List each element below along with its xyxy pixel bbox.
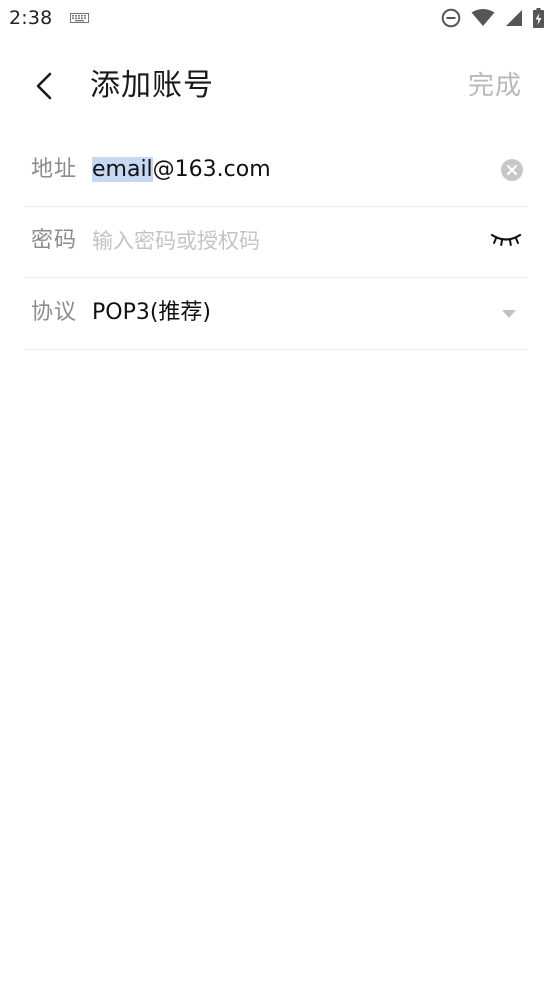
page-title: 添加账号 [90, 68, 214, 103]
chevron-left-icon [36, 72, 52, 100]
status-time: 2:38 [9, 7, 53, 29]
password-label: 密码 [31, 228, 78, 253]
address-selected-text: email [92, 157, 153, 182]
wifi-icon [471, 9, 495, 26]
done-button[interactable]: 完成 [468, 66, 522, 106]
app-header: 添加账号 完成 [0, 52, 554, 122]
battery-charging-icon [533, 8, 544, 28]
protocol-row[interactable]: 协议 POP3(推荐) [24, 278, 528, 350]
address-row: 地址 email@163.com [24, 135, 528, 207]
eye-closed-icon[interactable] [490, 232, 522, 250]
password-input[interactable]: 输入密码或授权码 [92, 226, 260, 256]
do-not-disturb-icon [441, 8, 461, 28]
signal-icon [506, 10, 522, 26]
status-icons [441, 8, 544, 28]
status-bar: 2:38 [0, 0, 554, 36]
address-input[interactable]: email@163.com [92, 155, 271, 185]
protocol-select[interactable]: POP3(推荐) [92, 298, 211, 328]
protocol-label: 协议 [31, 300, 78, 325]
clear-icon[interactable] [501, 159, 523, 181]
back-button[interactable] [26, 66, 66, 106]
address-label: 地址 [31, 157, 78, 182]
triangle-down-icon[interactable] [502, 309, 516, 319]
address-rest-text: @163.com [152, 157, 271, 182]
keyboard-icon [70, 13, 89, 23]
password-row: 密码 输入密码或授权码 [24, 206, 528, 278]
